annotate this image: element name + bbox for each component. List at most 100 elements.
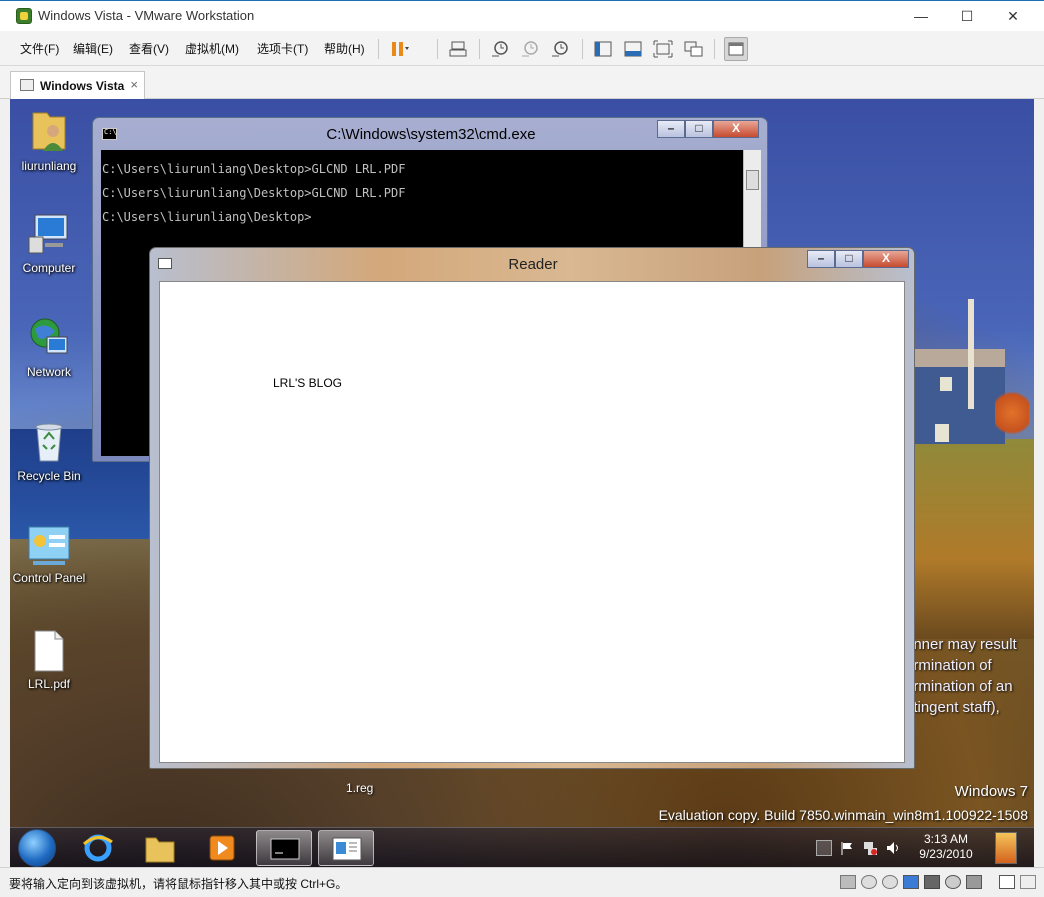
reader-document-text: LRL'S BLOG [273,376,342,390]
internet-explorer-icon [83,834,113,862]
menu-edit[interactable]: 编辑(E) [73,40,113,57]
pause-icon[interactable] [388,38,410,60]
computer-icon [28,214,68,254]
reader-window-title: Reader [508,256,558,273]
recycle-bin-icon [35,423,63,462]
taskbar-reader-button[interactable] [318,830,374,866]
toolbar-separator [714,39,715,59]
taskbar-explorer-button[interactable] [132,830,188,866]
window-title: Windows Vista - VMware Workstation [38,8,255,23]
console-view-icon[interactable] [724,37,748,61]
volume-icon[interactable] [885,840,901,856]
resize-grip-icon[interactable] [1020,875,1036,889]
action-center-flag-icon[interactable] [839,840,855,856]
desktop-icon-network[interactable]: Network [10,313,88,379]
taskbar-cmd-button[interactable] [256,830,312,866]
revert-snapshot-icon[interactable] [519,38,541,60]
hard-disk-icon[interactable] [840,875,856,889]
tab-close-icon[interactable]: × [130,77,138,92]
start-button[interactable] [18,829,56,867]
snapshot-manager-icon[interactable] [549,38,571,60]
menu-vm[interactable]: 虚拟机(M) [185,40,239,57]
desktop-icon-label: Network [26,365,71,379]
menubar: 文件(F) 编辑(E) 查看(V) 虚拟机(M) 选项卡(T) 帮助(H) [0,31,1044,66]
reader-close-button[interactable]: X [863,250,909,268]
desktop-icon-computer[interactable]: Computer [10,211,88,275]
desktop-icon-label: Control Panel [12,571,86,585]
desktop-icon-label: Recycle Bin [17,469,81,483]
wallpaper-grass [900,439,1034,639]
thumbnail-bar-icon[interactable] [622,38,644,60]
reader-minimize-button[interactable]: – [807,250,835,268]
desktop-icon-label: Computer [22,261,76,275]
tab-windows-vista[interactable]: Windows Vista × [10,71,145,99]
wallpaper-text-line: ermination of [905,657,992,674]
send-ctrl-alt-del-icon[interactable] [447,38,469,60]
close-button[interactable]: ✕ [990,1,1036,32]
desktop-icon-recycle-bin[interactable]: Recycle Bin [10,417,88,483]
reader-maximize-button[interactable]: □ [835,250,863,268]
wallpaper-window [940,377,952,391]
fullscreen-icon[interactable] [652,38,674,60]
status-message: 要将输入定向到该虚拟机，请将鼠标指针移入其中或按 Ctrl+G。 [9,877,348,891]
desktop-icon-user-folder[interactable]: liurunliang [10,105,88,173]
network-adapter-icon[interactable] [903,875,919,889]
wallpaper-text-line: ntingent staff), [905,699,1000,716]
reader-window-controls: – □ X [807,250,909,270]
cmd-scrollbar-thumb[interactable] [746,170,759,190]
desktop-icon-pdf[interactable]: LRL.pdf [10,629,88,691]
network-status-icon[interactable] [862,840,878,856]
minimize-button[interactable]: — [898,1,944,32]
message-log-icon[interactable] [999,875,1015,889]
sidebar-toggle-icon[interactable] [592,38,614,60]
show-desktop-button[interactable] [995,832,1017,864]
cd-dvd-icon[interactable] [861,875,877,889]
guest-desktop[interactable]: liurunliang Computer Network Recycle Bin [10,99,1034,867]
folder-icon [145,837,175,863]
cmd-prompt-line: C:\Users\liurunliang\Desktop> [102,210,312,224]
reader-document-area[interactable]: LRL'S BLOG [159,281,905,763]
unity-icon[interactable] [682,38,704,60]
host-statusbar: 要将输入定向到该虚拟机，请将鼠标指针移入其中或按 Ctrl+G。 [0,867,1044,897]
clock-time: 3:13 AM [923,832,969,846]
cmd-output-line: C:\Users\liurunliang\Desktop>GLCND LRL.P… [102,186,406,200]
menu-tabs[interactable]: 选项卡(T) [257,40,308,57]
printer-icon[interactable] [924,875,940,889]
taskbar-media-player-button[interactable] [194,830,250,866]
desktop-icon-control-panel[interactable]: Control Panel [10,523,88,585]
taskbar-ie-button[interactable] [70,830,126,866]
menu-help[interactable]: 帮助(H) [324,40,365,57]
wallpaper-text-line: anner may result [905,636,1017,653]
show-hidden-icons-icon[interactable] [816,840,832,856]
maximize-button[interactable]: ☐ [944,1,990,32]
cmd-output-line: C:\Users\liurunliang\Desktop>GLCND LRL.P… [102,162,406,176]
menu-file[interactable]: 文件(F) [20,40,59,57]
windows-watermark-title: Windows 7 [954,783,1028,800]
snapshot-icon[interactable] [489,38,511,60]
toolbar-separator [582,39,583,59]
cmd-minimize-button[interactable]: – [657,120,685,138]
control-panel-icon [28,526,70,565]
cmd-maximize-button[interactable]: □ [685,120,713,138]
reader-icon [332,837,362,861]
pdf-file-icon [34,630,64,672]
reg-file-label[interactable]: 1.reg [346,781,373,795]
windows-watermark-build: Evaluation copy. Build 7850.winmain_win8… [658,807,1028,823]
menu-view[interactable]: 查看(V) [129,40,169,57]
guest-taskbar: 3:13 AM 9/23/2010 [10,827,1034,867]
reader-window[interactable]: Reader – □ X LRL'S BLOG [149,247,915,769]
cmd-close-button[interactable]: X [713,120,759,138]
sound-card-icon[interactable] [945,875,961,889]
taskbar-clock[interactable]: 3:13 AM 9/23/2010 [915,832,977,862]
cmd-window-controls: – □ X [657,120,759,140]
vm-icon [20,79,34,91]
user-folder-icon [32,112,66,151]
host-titlebar: Windows Vista - VMware Workstation — ☐ ✕ [0,0,1044,31]
vmware-app-icon [16,8,32,24]
wallpaper-roof [915,349,1005,367]
wallpaper-pole [968,299,974,409]
clock-date: 9/23/2010 [919,847,973,861]
vm-tab-bar: Windows Vista × [0,66,1044,99]
display-icon[interactable] [966,875,982,889]
cd-dvd-icon[interactable] [882,875,898,889]
